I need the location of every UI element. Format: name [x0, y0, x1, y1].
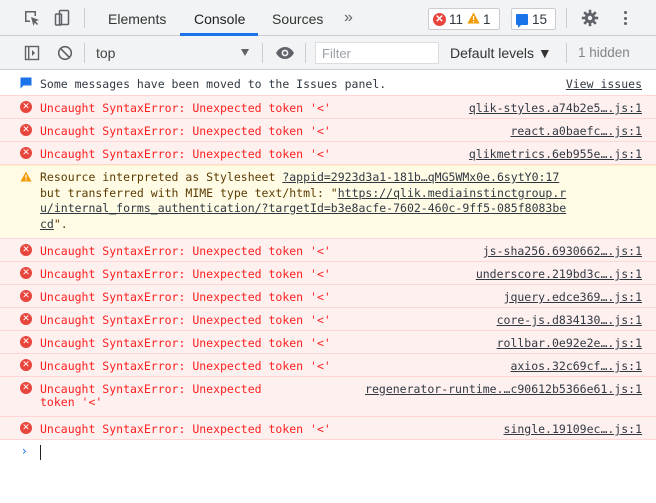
error-text: Uncaught SyntaxError: Unexpected token '…	[40, 267, 331, 281]
source-link[interactable]: qlikmetrics.6eb955e….js:1	[469, 147, 642, 161]
error-icon: ✕	[20, 422, 32, 434]
error-icon: ✕	[20, 124, 32, 136]
tab-elements[interactable]: Elements	[108, 0, 166, 36]
tab-sources[interactable]: Sources	[272, 0, 323, 36]
console-toolbar: top Default levels ▼ 1 hidden	[0, 36, 656, 70]
warning-icon	[467, 12, 480, 27]
messages-count-badge[interactable]: 15	[511, 8, 557, 30]
error-icon: ✕	[433, 12, 446, 26]
message-count: 15	[532, 11, 548, 27]
more-options-icon[interactable]	[620, 9, 630, 27]
error-icon: ✕	[20, 359, 32, 371]
error-icon: ✕	[20, 101, 32, 113]
error-text: Uncaught SyntaxError: Unexpected token '…	[40, 147, 331, 161]
inspect-element-icon[interactable]	[22, 8, 42, 28]
resource-url-link[interactable]: https://qlik.mediainstinctgroup.r	[338, 186, 566, 200]
source-link[interactable]: react.a0baefc….js:1	[510, 124, 642, 138]
prompt-chevron-icon: ›	[22, 444, 27, 458]
sidebar-toggle-icon[interactable]	[22, 43, 42, 63]
error-icon: ✕	[20, 382, 32, 394]
console-messages: Some messages have been moved to the Iss…	[0, 71, 656, 464]
context-dropdown-icon[interactable]	[241, 49, 249, 56]
warning-count: 1	[483, 11, 491, 27]
divider	[84, 43, 85, 63]
resource-url-link[interactable]: cd	[40, 217, 54, 231]
divider	[305, 43, 306, 63]
error-row: ✕ Uncaught SyntaxError: Unexpected token …	[0, 95, 656, 119]
error-text: Uncaught SyntaxError: Unexpected token '…	[40, 290, 331, 304]
context-selector[interactable]: top	[96, 45, 115, 61]
error-row: ✕ Uncaught SyntaxError: Unexpected token …	[0, 353, 656, 377]
divider	[84, 8, 85, 28]
console-prompt[interactable]: ›	[0, 440, 656, 464]
error-icon: ✕	[20, 244, 32, 256]
message-icon	[516, 13, 528, 28]
error-row: ✕ Uncaught SyntaxError: Unexpected token …	[0, 118, 656, 142]
clear-console-icon[interactable]	[55, 43, 75, 63]
error-icon: ✕	[20, 267, 32, 279]
error-row: ✕ Uncaught SyntaxError: Unexpected token …	[0, 141, 656, 165]
source-link[interactable]: regenerator-runtime.…c90612b5366e61.js:1	[365, 382, 642, 396]
log-levels-dropdown[interactable]: Default levels ▼	[450, 45, 552, 61]
error-text: Uncaught SyntaxError: Unexpected token '…	[40, 244, 331, 258]
error-icon: ✕	[20, 147, 32, 159]
error-icon: ✕	[20, 336, 32, 348]
issue-counts-badge[interactable]: ✕ 11 1	[428, 8, 500, 30]
error-text: Uncaught SyntaxError: Unexpected token '…	[40, 313, 331, 327]
source-link[interactable]: single.19109ec….js:1	[504, 422, 642, 436]
hidden-messages-count: 1 hidden	[578, 45, 630, 60]
error-row: ✕ Uncaught SyntaxError: Unexpected token …	[0, 284, 656, 308]
error-text: Uncaught SyntaxError: Unexpected token '…	[40, 124, 331, 138]
source-link[interactable]: qlik-styles.a74b2e5….js:1	[469, 101, 642, 115]
error-text-line1: Uncaught SyntaxError: Unexpected	[40, 382, 262, 396]
warning-line4-text: ".	[53, 216, 68, 231]
info-message-row: Some messages have been moved to the Iss…	[0, 71, 656, 96]
error-row: ✕ Uncaught SyntaxError: Unexpected token …	[0, 261, 656, 285]
error-text: Uncaught SyntaxError: Unexpected token '…	[40, 359, 331, 373]
view-issues-link[interactable]: View issues	[566, 77, 642, 91]
devtools-tab-bar: Elements Console Sources » ✕ 11 1 15	[0, 0, 656, 36]
error-icon: ✕	[20, 313, 32, 325]
error-row: ✕ Uncaught SyntaxError: Unexpected token …	[0, 307, 656, 331]
error-text: Uncaught SyntaxError: Unexpected token '…	[40, 336, 331, 350]
divider	[566, 43, 567, 63]
source-link[interactable]: jquery.edce369….js:1	[504, 290, 642, 304]
tab-console[interactable]: Console	[194, 0, 245, 36]
error-row: ✕ Uncaught SyntaxError: Unexpected token …	[0, 238, 656, 262]
error-icon: ✕	[20, 290, 32, 302]
error-row: ✕ Uncaught SyntaxError: Unexpected token …	[0, 330, 656, 354]
warning-line2-text: but transferred with MIME type text/html…	[40, 185, 338, 200]
filter-input[interactable]	[315, 42, 439, 64]
error-group-bottom: ✕ Uncaught SyntaxError: Unexpected token …	[0, 238, 656, 377]
source-link[interactable]: axios.32c69cf….js:1	[510, 359, 642, 373]
warning-text: Resource interpreted as Stylesheet ?appi…	[40, 170, 566, 232]
resource-url-link[interactable]: u/internal_forms_authentication/?targetI…	[40, 201, 566, 215]
error-count: 11	[449, 11, 464, 27]
source-link[interactable]: underscore.219bd3c….js:1	[476, 267, 642, 281]
device-toolbar-icon[interactable]	[52, 8, 72, 28]
source-link[interactable]: js-sha256.6930662….js:1	[483, 244, 642, 258]
info-message-text: Some messages have been moved to the Iss…	[40, 77, 387, 91]
settings-gear-icon[interactable]	[580, 8, 600, 28]
source-link[interactable]: ?appid=2923d3a1-181b…qMG5WMx0e.6sytY0:17	[282, 170, 559, 184]
error-row: ✕ Uncaught SyntaxError: Unexpected token …	[0, 416, 656, 440]
error-text-line2: token '<'	[40, 395, 103, 409]
warning-line1: Resource interpreted as Stylesheet	[40, 170, 283, 184]
error-row: ✕ Uncaught SyntaxError: Unexpected token…	[0, 376, 656, 417]
divider	[566, 8, 567, 28]
more-tabs-icon[interactable]: »	[344, 9, 353, 27]
error-text: Uncaught SyntaxError: Unexpected token '…	[40, 101, 331, 115]
live-expression-eye-icon[interactable]	[275, 43, 295, 63]
warning-icon	[20, 171, 32, 183]
warning-row: Resource interpreted as Stylesheet ?appi…	[0, 165, 656, 239]
source-link[interactable]: core-js.d834130….js:1	[497, 313, 642, 327]
error-text: Uncaught SyntaxError: Unexpected token '…	[40, 422, 331, 436]
error-group-top: ✕ Uncaught SyntaxError: Unexpected token …	[0, 95, 656, 165]
text-cursor	[40, 445, 41, 460]
message-icon	[20, 77, 32, 89]
divider	[262, 43, 263, 63]
source-link[interactable]: rollbar.0e92e2e….js:1	[497, 336, 642, 350]
